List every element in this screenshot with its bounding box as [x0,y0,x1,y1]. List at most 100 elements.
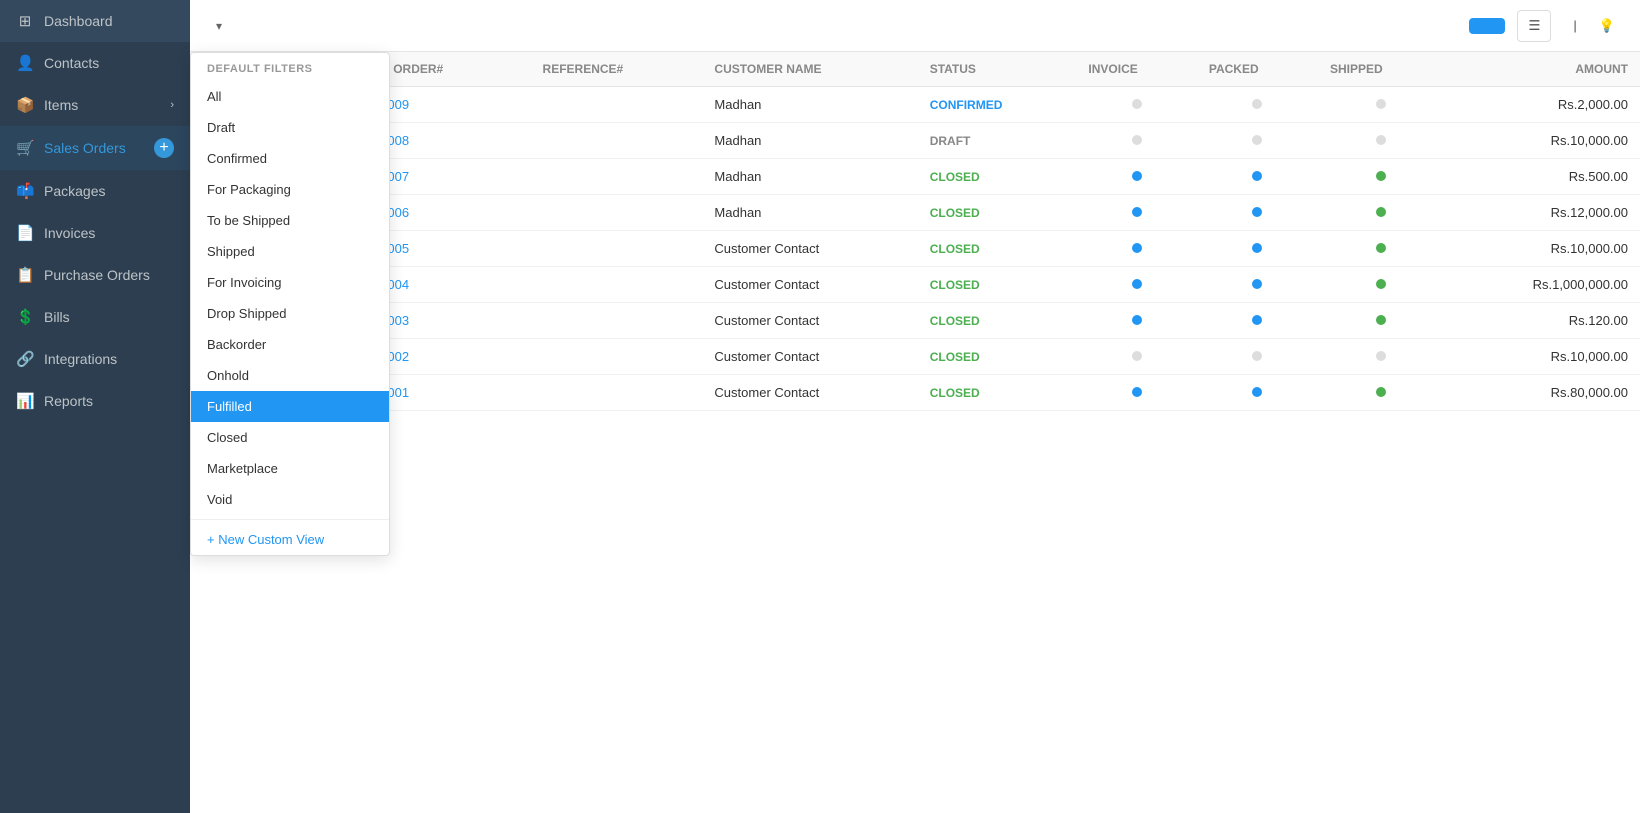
row-customer: Madhan [702,195,917,231]
row-reference [531,195,703,231]
table-row[interactable]: 18 Apr 2017 SO-00002 Customer Contact CL… [190,339,1640,375]
sidebar-item-integrations[interactable]: 🔗 Integrations [0,338,190,380]
sidebar-item-contacts[interactable]: 👤 Contacts [0,42,190,84]
dropdown-item-void[interactable]: Void [191,484,389,515]
sidebar-item-sales-orders[interactable]: 🛒 Sales Orders + [0,126,190,170]
row-status: CLOSED [918,267,1077,303]
page-title[interactable]: ▾ [210,19,222,33]
row-status: DRAFT [918,123,1077,159]
invoice-dot [1132,207,1142,217]
row-customer: Madhan [702,123,917,159]
sidebar-item-invoices[interactable]: 📄 Invoices [0,212,190,254]
status-badge: CLOSED [930,278,980,292]
row-invoice [1076,159,1196,195]
table-row[interactable]: 18 Apr 2017 SO-00006 Madhan CLOSED Rs.12… [190,195,1640,231]
status-badge: DRAFT [930,134,971,148]
dropdown-item-draft[interactable]: Draft [191,112,389,143]
packed-dot [1252,315,1262,325]
row-status: CLOSED [918,375,1077,411]
status-badge: CLOSED [930,350,980,364]
dropdown-item-for-packaging[interactable]: For Packaging [191,174,389,205]
dropdown-item-drop-shipped[interactable]: Drop Shipped [191,298,389,329]
sidebar: ⊞ Dashboard👤 Contacts📦 Items›🛒 Sales Ord… [0,0,190,813]
shipped-dot [1376,99,1386,109]
filter-dropdown: DEFAULT FILTERSAllDraftConfirmedFor Pack… [190,52,390,556]
dropdown-item-to-be-shipped[interactable]: To be Shipped [191,205,389,236]
invoice-dot [1132,99,1142,109]
sidebar-item-dashboard[interactable]: ⊞ Dashboard [0,0,190,42]
purchase-orders-icon: 📋 [16,266,34,284]
row-invoice [1076,303,1196,339]
invoice-dot [1132,243,1142,253]
sidebar-item-purchase-orders[interactable]: 📋 Purchase Orders [0,254,190,296]
sales-orders-icon: 🛒 [16,139,34,157]
sidebar-item-bills[interactable]: 💲 Bills [0,296,190,338]
row-packed [1197,87,1318,123]
main-content: ▾ ☰ | 💡 DATESALES ORDER#REFERENCE#CUSTOM… [190,0,1640,813]
row-amount: Rs.120.00 [1444,303,1640,339]
col-header-shipped: SHIPPED [1318,52,1444,87]
sidebar-item-items[interactable]: 📦 Items › [0,84,190,126]
sidebar-label-items: Items [44,97,160,113]
sidebar-item-packages[interactable]: 📫 Packages [0,170,190,212]
packed-dot [1252,387,1262,397]
table-row[interactable]: 18 Apr 2017 SO-00005 Customer Contact CL… [190,231,1640,267]
dashboard-icon: ⊞ [16,12,34,30]
row-reference [531,231,703,267]
new-custom-view-button[interactable]: + New Custom View [191,524,389,555]
table-row[interactable]: 10 Jan 2017 SO-00001 Customer Contact CL… [190,375,1640,411]
row-reference [531,87,703,123]
row-customer: Madhan [702,159,917,195]
table-row[interactable]: 18 Apr 2017 SO-00007 Madhan CLOSED Rs.50… [190,159,1640,195]
table-row[interactable]: 18 Apr 2017 SO-00004 Customer Contact CL… [190,267,1640,303]
sidebar-label-dashboard: Dashboard [44,13,174,29]
col-header-invoice: INVOICE [1076,52,1196,87]
table-container: DATESALES ORDER#REFERENCE#CUSTOMER NAMES… [190,52,1640,813]
row-shipped [1318,159,1444,195]
items-icon: 📦 [16,96,34,114]
menu-button[interactable]: ☰ [1517,10,1551,42]
add-sales-order-icon[interactable]: + [154,138,174,158]
row-status: CLOSED [918,195,1077,231]
new-button[interactable] [1469,18,1505,34]
row-packed [1197,375,1318,411]
status-badge: CLOSED [930,242,980,256]
row-shipped [1318,267,1444,303]
row-invoice [1076,375,1196,411]
row-customer: Customer Contact [702,375,917,411]
table-row[interactable]: 20 Apr 2017 SO-00008 Madhan DRAFT Rs.10,… [190,123,1640,159]
shipped-dot [1376,351,1386,361]
status-badge: CLOSED [930,206,980,220]
invoice-dot [1132,171,1142,181]
row-shipped [1318,303,1444,339]
lightbulb-icon: 💡 [1599,18,1615,34]
dropdown-item-marketplace[interactable]: Marketplace [191,453,389,484]
shipped-dot [1376,135,1386,145]
dropdown-item-backorder[interactable]: Backorder [191,329,389,360]
page-tips-button[interactable]: 💡 [1599,18,1620,34]
sidebar-label-sales-orders: Sales Orders [44,140,144,156]
dropdown-item-onhold[interactable]: Onhold [191,360,389,391]
row-invoice [1076,267,1196,303]
row-shipped [1318,375,1444,411]
table-row[interactable]: 18 Apr 2017 SO-00003 Customer Contact CL… [190,303,1640,339]
col-header-amount: AMOUNT [1444,52,1640,87]
sidebar-label-integrations: Integrations [44,351,174,367]
table-row[interactable]: 24 Apr 2017 SO-00009 Madhan CONFIRMED Rs… [190,87,1640,123]
dropdown-item-confirmed[interactable]: Confirmed [191,143,389,174]
dropdown-item-fulfilled[interactable]: Fulfilled [191,391,389,422]
packed-dot [1252,279,1262,289]
dropdown-item-for-invoicing[interactable]: For Invoicing [191,267,389,298]
dropdown-item-shipped[interactable]: Shipped [191,236,389,267]
dropdown-item-closed[interactable]: Closed [191,422,389,453]
row-reference [531,159,703,195]
row-status: CONFIRMED [918,87,1077,123]
col-header-status: STATUS [918,52,1077,87]
sidebar-label-purchase-orders: Purchase Orders [44,267,174,283]
row-amount: Rs.10,000.00 [1444,231,1640,267]
row-amount: Rs.10,000.00 [1444,339,1640,375]
sidebar-item-reports[interactable]: 📊 Reports [0,380,190,422]
status-badge: CLOSED [930,170,980,184]
dropdown-item-all[interactable]: All [191,81,389,112]
expand-icon: › [170,99,174,111]
